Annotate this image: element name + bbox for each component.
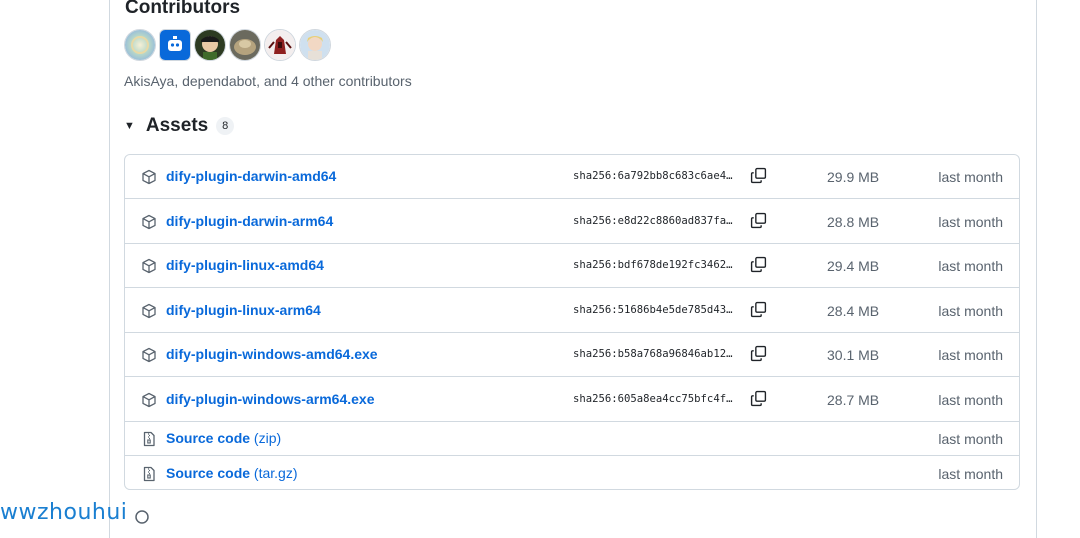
avatar[interactable] xyxy=(194,29,226,61)
asset-size: 29.9 MB xyxy=(827,169,880,185)
asset-sha256: sha256:b58a768a96846ab12… xyxy=(573,348,733,360)
assets-title: Assets xyxy=(145,115,209,136)
asset-row: dify-plugin-darwin-arm64 sha256:e8d22c886… xyxy=(125,199,1019,244)
copy-icon[interactable] xyxy=(750,167,767,184)
contributors-summary: AkisAya, dependabot, and 4 other contrib… xyxy=(124,73,412,89)
asset-size: 28.7 MB xyxy=(827,391,880,408)
asset-download-link[interactable]: dify-plugin-darwin-arm64 xyxy=(166,213,333,229)
asset-row: dify-plugin-linux-arm64 sha256:51686b4e5d… xyxy=(125,288,1019,333)
contributors-heading: Contributors xyxy=(125,0,241,18)
asset-row: dify-plugin-linux-amd64 sha256:bdf678de19… xyxy=(125,244,1019,288)
asset-download-link[interactable]: dify-plugin-windows-arm64.exe xyxy=(166,391,374,407)
circle-icon xyxy=(135,510,149,524)
source-code-row: Source code (tar.gz) last month xyxy=(125,456,1019,489)
source-code-row: Source code (zip) last month xyxy=(125,422,1019,456)
username-watermark: wwzhouhui xyxy=(0,500,128,525)
asset-size: 30.1 MB xyxy=(827,347,880,363)
copy-icon[interactable] xyxy=(750,345,767,362)
copy-icon[interactable] xyxy=(750,390,767,407)
asset-sha256: sha256:e8d22c8860ad837fa… xyxy=(573,214,733,227)
avatar[interactable] xyxy=(124,29,156,61)
asset-date: last month xyxy=(938,213,1003,230)
assets-header[interactable]: ▼ Assets 8 xyxy=(124,114,235,138)
assets-count-badge: 8 xyxy=(216,117,235,135)
asset-sha256: sha256:51686b4e5de785d43… xyxy=(573,303,733,316)
package-icon xyxy=(141,258,159,276)
asset-size: 28.8 MB xyxy=(827,213,880,230)
source-code-link[interactable]: Source code (zip) xyxy=(166,430,281,446)
package-icon xyxy=(141,347,159,365)
source-code-format: (zip) xyxy=(253,430,282,446)
asset-download-link[interactable]: dify-plugin-darwin-amd64 xyxy=(166,168,336,184)
copy-icon[interactable] xyxy=(750,256,767,273)
source-code-label: Source code xyxy=(166,464,251,481)
asset-download-link[interactable]: dify-plugin-linux-arm64 xyxy=(166,302,321,318)
copy-icon[interactable] xyxy=(750,212,767,229)
source-code-format: (tar.gz) xyxy=(253,464,298,481)
package-icon xyxy=(141,169,159,187)
package-icon xyxy=(141,303,159,321)
asset-sha256: sha256:bdf678de192fc3462… xyxy=(573,259,733,271)
package-icon xyxy=(141,392,159,410)
triangle-down-icon[interactable]: ▼ xyxy=(124,120,135,132)
source-code-label: Source code xyxy=(166,430,251,446)
avatar[interactable] xyxy=(229,29,261,61)
contributor-avatars xyxy=(124,29,331,61)
avatar[interactable] xyxy=(264,29,296,61)
asset-size: 28.4 MB xyxy=(827,302,880,319)
asset-row: dify-plugin-darwin-amd64 sha256:6a792bb8c… xyxy=(125,155,1019,199)
source-code-date: last month xyxy=(938,465,1003,482)
asset-date: last month xyxy=(938,391,1003,408)
asset-sha256: sha256:6a792bb8c683c6ae4… xyxy=(573,170,733,182)
copy-icon[interactable] xyxy=(750,301,767,318)
asset-date: last month xyxy=(938,347,1003,363)
asset-date: last month xyxy=(938,258,1003,274)
asset-date: last month xyxy=(938,169,1003,185)
asset-row: dify-plugin-windows-arm64.exe sha256:605a… xyxy=(125,377,1019,422)
asset-row: dify-plugin-windows-amd64.exe sha256:b58a… xyxy=(125,333,1019,377)
avatar[interactable] xyxy=(299,29,331,61)
asset-size: 29.4 MB xyxy=(827,258,880,274)
package-icon xyxy=(141,214,159,232)
avatar[interactable] xyxy=(159,29,191,61)
asset-sha256: sha256:605a8ea4cc75bfc4f… xyxy=(573,392,733,405)
asset-date: last month xyxy=(938,302,1003,319)
file-zip-icon xyxy=(141,431,159,449)
source-code-date: last month xyxy=(938,431,1003,447)
asset-download-link[interactable]: dify-plugin-linux-amd64 xyxy=(166,257,324,273)
asset-download-link[interactable]: dify-plugin-windows-amd64.exe xyxy=(166,346,378,362)
file-zip-icon xyxy=(141,466,159,484)
assets-list: dify-plugin-darwin-amd64 sha256:6a792bb8c… xyxy=(124,154,1020,490)
source-code-link[interactable]: Source code (tar.gz) xyxy=(166,465,298,481)
